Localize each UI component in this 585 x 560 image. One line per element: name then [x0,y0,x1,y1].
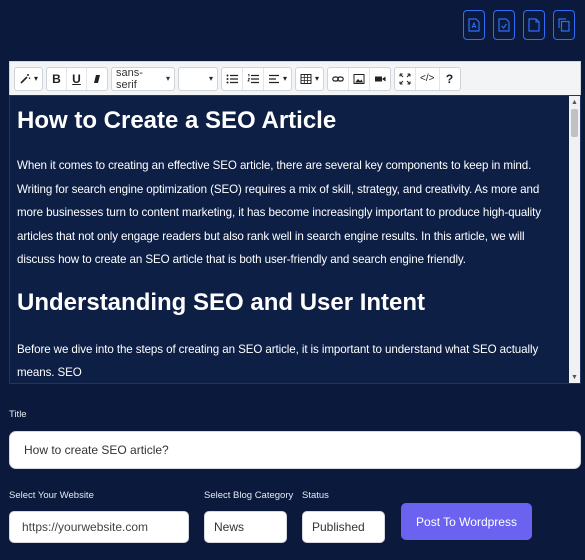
insert-group [327,66,392,91]
category-label: Select Blog Category [204,490,294,501]
link-icon [332,75,344,82]
editor-toolbar: B U sans-serif [9,61,581,95]
font-family-dropdown[interactable]: sans-serif [112,67,174,91]
website-label: Select Your Website [9,490,94,501]
export-pdf-icon [468,18,480,32]
post-to-wordpress-button[interactable]: Post To Wordpress [401,503,532,540]
underline-button[interactable]: U [67,67,88,90]
top-actions [463,10,575,40]
ordered-list-button[interactable] [243,67,265,90]
scroll-up-arrow-icon[interactable]: ▲ [569,96,580,108]
view-group: </> ? [394,66,461,91]
paragraph-group [221,66,293,91]
copy-button[interactable] [553,10,575,40]
bold-button[interactable]: B [47,67,68,90]
help-button[interactable]: ? [440,68,460,90]
fullscreen-icon [399,73,411,84]
unordered-list-button[interactable] [222,67,244,90]
video-icon [375,76,386,81]
font-style-group: B U [46,66,109,91]
image-icon [353,73,365,84]
copy-icon [558,18,570,32]
align-dropdown[interactable] [264,68,291,90]
title-input[interactable]: How to create SEO article? [9,431,581,469]
clear-format-button[interactable] [87,68,107,90]
eraser-icon [94,74,101,83]
magic-style-button[interactable] [15,68,42,90]
insert-video-button[interactable] [370,68,390,90]
website-input[interactable]: https://yourwebsite.com [9,511,189,543]
article-paragraph: When it comes to creating an effective S… [17,159,541,266]
table-group [295,66,325,91]
editor-scrollbar[interactable]: ▲ ▼ [569,96,580,383]
new-doc-icon [528,18,540,32]
style-group [14,66,44,91]
insert-link-button[interactable] [328,67,350,90]
title-label: Title [9,409,27,420]
code-view-button[interactable]: </> [416,67,440,90]
article-heading: How to Create a SEO Article [17,107,337,134]
ordered-list-icon [247,73,260,83]
article-paragraph-2: Before we dive into the steps of creatin… [17,342,539,380]
save-doc-icon [498,18,510,32]
table-icon [300,73,312,84]
font-size-dropdown[interactable] [179,68,217,90]
editor-content[interactable]: How to Create a SEO Article When it come… [9,95,581,384]
scroll-thumb[interactable] [571,109,578,137]
align-left-icon [269,74,280,83]
status-select[interactable]: Published [302,511,385,543]
font-size-group [178,66,219,91]
rich-text-editor: B U sans-serif [9,61,581,384]
magic-wand-icon [20,73,31,84]
table-dropdown[interactable] [296,68,323,90]
category-select[interactable]: News [204,511,287,543]
insert-image-button[interactable] [349,67,371,90]
new-doc-button[interactable] [523,10,545,40]
fullscreen-button[interactable] [395,67,417,90]
unordered-list-icon [226,74,239,83]
font-family-group: sans-serif [111,66,176,91]
save-doc-button[interactable] [493,10,515,40]
status-label: Status [302,490,329,501]
scroll-down-arrow-icon[interactable]: ▼ [569,371,580,383]
article-subheading: Understanding SEO and User Intent [17,288,426,316]
export-pdf-button[interactable] [463,10,485,40]
